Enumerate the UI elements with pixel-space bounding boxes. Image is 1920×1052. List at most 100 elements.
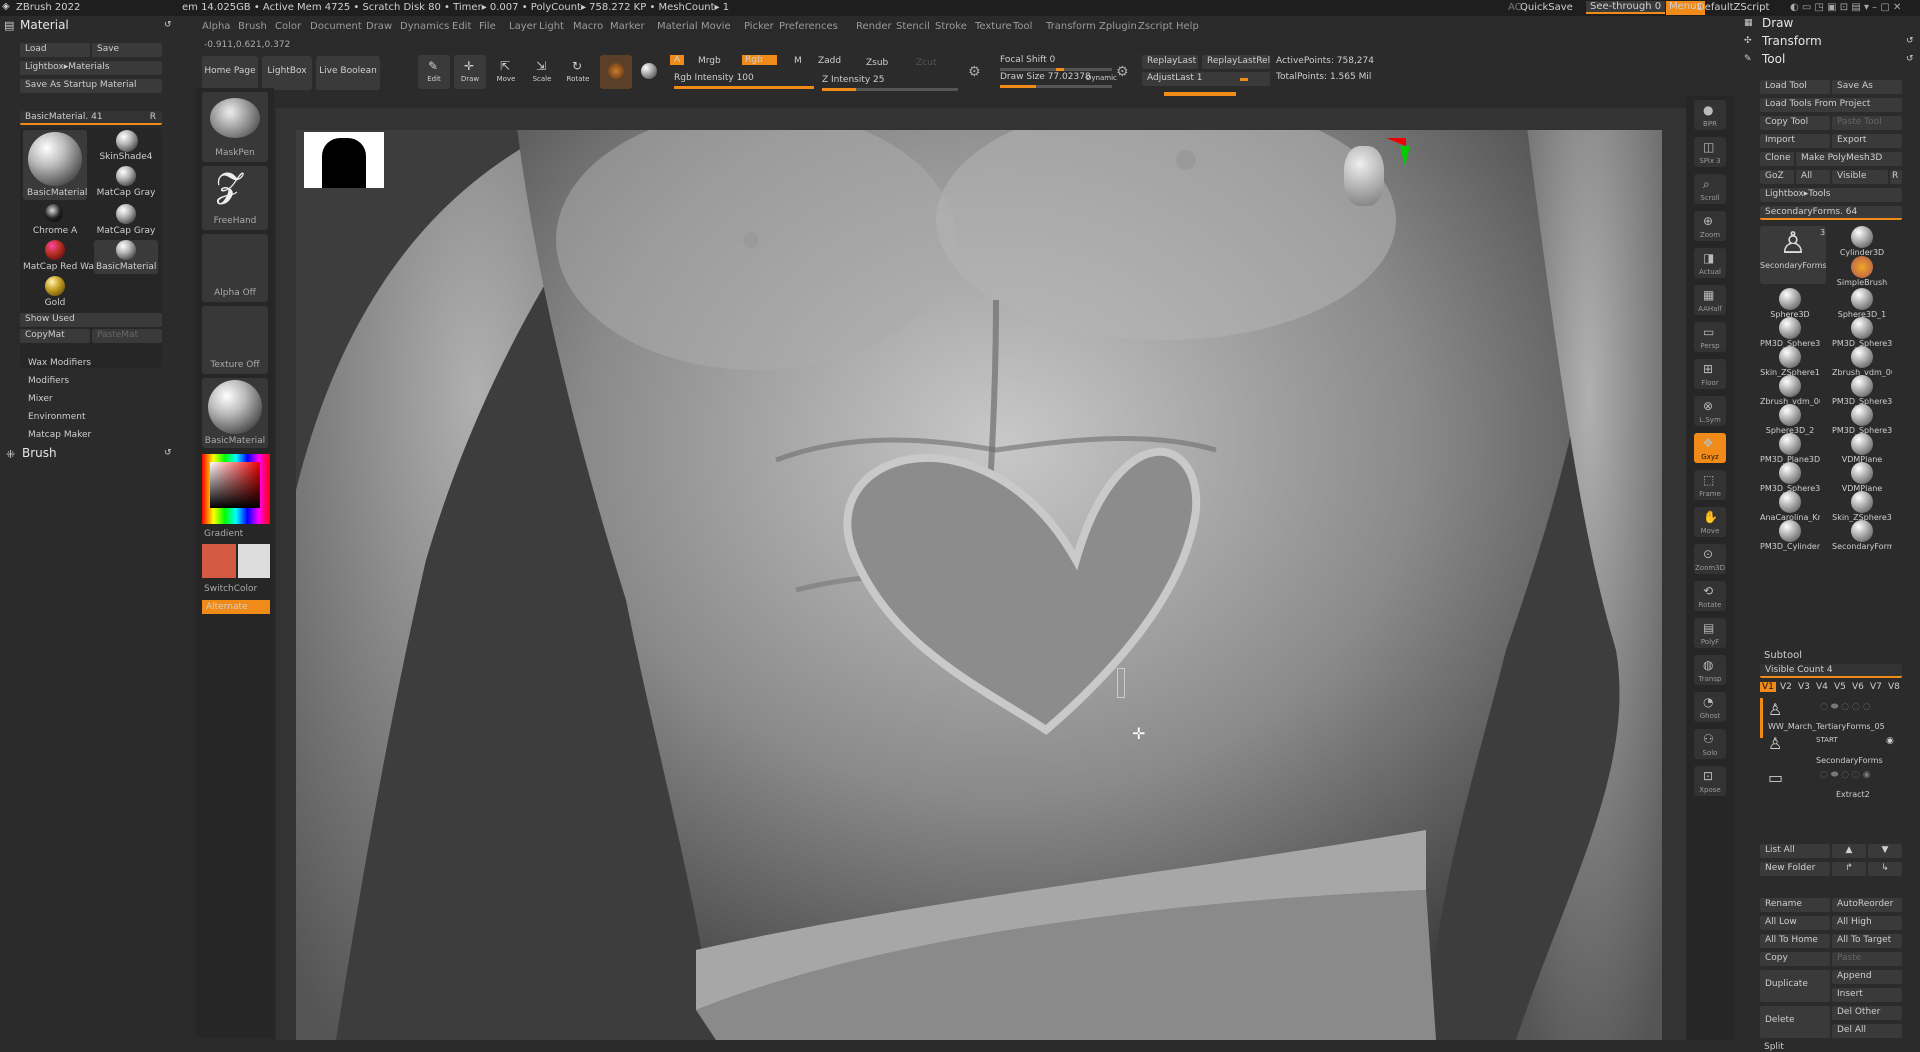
shelf-polyf-button[interactable]: ▤ PolyF (1694, 618, 1726, 648)
brush-palette-header[interactable]: Brush (22, 446, 57, 460)
menu-movie[interactable]: Movie (701, 21, 731, 32)
backface-icon[interactable]: ⚙ (1116, 64, 1129, 80)
menu-zscript[interactable]: Zscript (1138, 21, 1173, 32)
material-tile-skinshade[interactable]: SkinShade4 (94, 130, 158, 164)
main-color-swatch[interactable] (202, 544, 236, 578)
refresh-icon[interactable]: ↺ (164, 448, 172, 458)
menu-alpha[interactable]: Alpha (202, 21, 230, 32)
texture-tile[interactable]: Texture Off (202, 306, 268, 374)
modifiers-section[interactable]: Modifiers (28, 376, 69, 386)
zsub-toggle[interactable]: Zsub (866, 58, 888, 68)
environment-section[interactable]: Environment (28, 412, 85, 422)
duplicate-button[interactable]: Duplicate (1760, 970, 1830, 1002)
menu-marker[interactable]: Marker (610, 21, 645, 32)
menu-picker[interactable]: Picker (744, 21, 774, 32)
focal-shift-slider[interactable] (1000, 68, 1112, 71)
secondary-color-swatch[interactable] (238, 544, 270, 578)
draw-palette-header[interactable]: Draw (1762, 16, 1793, 30)
menu-file[interactable]: File (479, 21, 496, 32)
refresh-icon[interactable]: ↺ (1906, 54, 1914, 64)
clone-button[interactable]: Clone (1760, 152, 1794, 166)
wax-modifiers-section[interactable]: Wax Modifiers (28, 358, 91, 368)
material-tile-red-wax[interactable]: MatCap Red Wax (23, 240, 99, 274)
rename-button[interactable]: Rename (1760, 898, 1830, 912)
menu-tool[interactable]: Tool (1013, 21, 1032, 32)
goz-r-button[interactable]: R (1890, 170, 1902, 184)
menu-document[interactable]: Document (310, 21, 362, 32)
save-as-button[interactable]: Save As (1832, 80, 1902, 94)
live-boolean-button[interactable]: Live Boolean (316, 56, 380, 90)
move-mode-button[interactable]: ⇱ Move (490, 55, 522, 89)
subtool-item-2[interactable]: ♙ START SecondaryForms ◉ (1766, 734, 1902, 768)
menu-color[interactable]: Color (275, 21, 301, 32)
material-tile-gold[interactable]: Gold (23, 276, 87, 310)
rgb-intensity-slider[interactable] (674, 86, 814, 89)
material-palette-header[interactable]: Material (20, 18, 69, 32)
matcap-maker-section[interactable]: Matcap Maker (28, 430, 91, 440)
shelf-zoom3d-button[interactable]: ⊙ Zoom3D (1694, 544, 1726, 574)
goz-visible-button[interactable]: Visible (1832, 170, 1888, 184)
canvas[interactable]: ✛ (296, 130, 1662, 1040)
tool-palette-header[interactable]: Tool (1762, 52, 1785, 66)
zadd-toggle[interactable]: Zadd (818, 56, 841, 66)
new-folder-button[interactable]: New Folder (1760, 862, 1830, 876)
version-tab-v6[interactable]: V6 (1850, 682, 1866, 692)
switchcolor-button[interactable]: SwitchColor (204, 584, 257, 594)
paste-button[interactable]: Paste (1832, 952, 1902, 966)
replay-last-rel-button[interactable]: ReplayLastRel (1202, 55, 1270, 69)
draw-size-slider[interactable] (1000, 85, 1112, 88)
refresh-icon[interactable]: ↺ (164, 20, 172, 30)
copy-tool-button[interactable]: Copy Tool (1760, 116, 1830, 130)
eye-icon[interactable]: ◉ (1886, 736, 1894, 746)
material-tile-matcap-gray[interactable]: MatCap Gray (94, 166, 158, 200)
menu-texture[interactable]: Texture (975, 21, 1012, 32)
shelf-persp-button[interactable]: ▭ Persp (1694, 322, 1726, 352)
material-swatch-button[interactable] (600, 55, 632, 89)
menu-stroke[interactable]: Stroke (935, 21, 967, 32)
delete-button[interactable]: Delete (1760, 1006, 1830, 1038)
shelf-transp-button[interactable]: ◍ Transp (1694, 655, 1726, 685)
shelf-frame-button[interactable]: ⬚ Frame (1694, 470, 1726, 500)
menu-dynamics[interactable]: Dynamics (400, 21, 449, 32)
scale-mode-button[interactable]: ⇲ Scale (526, 55, 558, 89)
goz-button[interactable]: GoZ (1760, 170, 1794, 184)
shelf-move-button[interactable]: ✋ Move (1694, 507, 1726, 537)
del-all-button[interactable]: Del All (1832, 1024, 1902, 1038)
edit-mode-button[interactable]: ✎ Edit (418, 55, 450, 89)
insert-button[interactable]: Insert (1832, 988, 1902, 1002)
material-tile-chrome[interactable]: Chrome A (23, 204, 87, 238)
transform-palette-header[interactable]: Transform (1762, 34, 1822, 48)
arrow-up-icon[interactable]: ↱ (1832, 862, 1866, 876)
material-tile-basic[interactable]: BasicMaterial (23, 130, 87, 200)
mixer-section[interactable]: Mixer (28, 394, 53, 404)
subtool-item-1[interactable]: ♙ WW_March_TertiaryForms_05 ◌ ⬬ ◌ ◌ ◌ (1766, 700, 1902, 734)
shelf-l-sym-button[interactable]: ⊗ L.Sym (1694, 396, 1726, 426)
shelf-rotate-button[interactable]: ⟲ Rotate (1694, 581, 1726, 611)
lightbox-tools-button[interactable]: Lightbox▸Tools (1760, 188, 1902, 202)
tool-thumb[interactable]: SecondaryForms (1832, 520, 1892, 554)
rgb-toggle[interactable]: Rgb (742, 55, 777, 65)
arrow-down-icon[interactable]: ↳ (1868, 862, 1902, 876)
brush-maskpen-tile[interactable]: MaskPen (202, 92, 268, 162)
del-other-button[interactable]: Del Other (1832, 1006, 1902, 1020)
shelf-scroll-button[interactable]: ⌕ Scroll (1694, 174, 1726, 204)
all-high-button[interactable]: All High (1832, 916, 1902, 930)
version-tab-v5[interactable]: V5 (1832, 682, 1848, 692)
subtool-item-3[interactable]: ▭ Extract2 ◌ ⬬ ◌ ◌ ◉ (1766, 768, 1902, 802)
color-picker-square[interactable] (210, 462, 260, 508)
menu-zplugin[interactable]: Zplugin (1099, 21, 1137, 32)
version-tab-v2[interactable]: V2 (1778, 682, 1794, 692)
material-r-button[interactable]: R (150, 112, 156, 122)
shelf-spix-3-button[interactable]: ◫ SPix 3 (1694, 137, 1726, 167)
menu-brush[interactable]: Brush (238, 21, 267, 32)
save-startup-material-button[interactable]: Save As Startup Material (20, 79, 162, 93)
lightbox-materials-button[interactable]: Lightbox▸Materials (20, 61, 162, 75)
window-controls[interactable]: ◐ ▭ ◳ ▣ ⊡ ▤ ▾ – ▢ ✕ (1790, 2, 1901, 13)
adjust-last-slider[interactable]: AdjustLast 1 (1142, 72, 1270, 86)
import-button[interactable]: Import (1760, 134, 1830, 148)
color-picker[interactable] (202, 454, 270, 524)
lazymouse-icon[interactable]: ⚙ (968, 64, 981, 80)
copymat-button[interactable]: CopyMat (20, 329, 90, 343)
quicksave-button[interactable]: QuickSave (1520, 2, 1573, 13)
menu-help[interactable]: Help (1176, 21, 1199, 32)
